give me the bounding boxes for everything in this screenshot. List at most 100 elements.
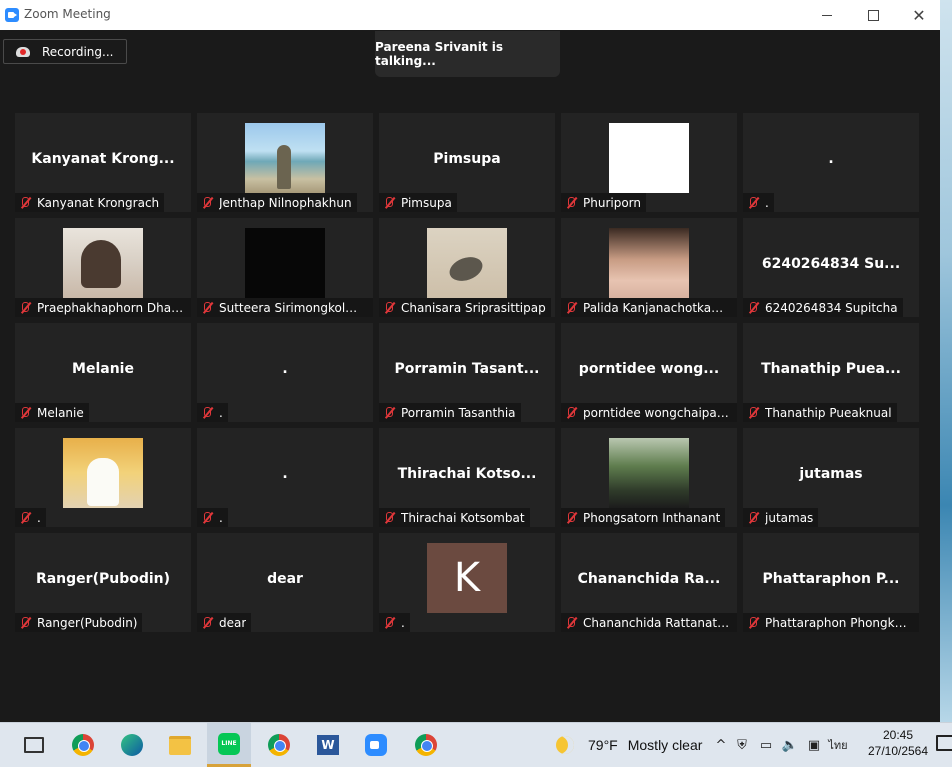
participant-tile[interactable]: Phattaraphon P... Phattaraphon Phongkhan [743, 533, 919, 632]
participant-name: porntidee wongchaipani... [583, 405, 732, 420]
participant-name-tag: porntidee wongchaipani... [561, 403, 737, 422]
participant-tile[interactable]: Ranger(Pubodin) Ranger(Pubodin) [15, 533, 191, 632]
participant-tile[interactable]: Palida Kanjanachotkamol [561, 218, 737, 317]
participant-name: . [401, 615, 405, 630]
volume-icon[interactable]: 🔈 [778, 738, 802, 753]
network-icon[interactable]: ▣ [802, 738, 826, 753]
muted-microphone-icon [200, 616, 214, 630]
participant-name-tag: 6240264834 Supitcha [743, 298, 903, 317]
participant-profile-photo [427, 228, 507, 298]
edge-taskbar-button[interactable] [110, 723, 154, 767]
weather-widget[interactable]: 79°F Mostly clear [556, 723, 702, 767]
muted-microphone-icon [18, 511, 32, 525]
edge-icon [121, 734, 143, 756]
close-button[interactable]: ✕ [896, 0, 942, 30]
participant-tile[interactable]: .. [197, 323, 373, 422]
participant-tile[interactable]: Jenthap Nilnophakhun [197, 113, 373, 212]
taskbar-clock[interactable]: 20:45 27/10/2564 [860, 727, 936, 759]
participant-tile[interactable]: dear dear [197, 533, 373, 632]
window-title: Zoom Meeting [24, 7, 111, 21]
minimize-icon [822, 14, 832, 16]
participant-name-tag: Chanisara Sriprasittipap [379, 298, 551, 317]
participant-display-name: jutamas [799, 466, 863, 482]
participant-name: . [219, 405, 223, 420]
muted-microphone-icon [18, 301, 32, 315]
participant-tile[interactable]: Thirachai Kotso... Thirachai Kotsombat [379, 428, 555, 527]
participant-display-name: Ranger(Pubodin) [35, 571, 171, 587]
participant-tile[interactable]: .. [743, 113, 919, 212]
participant-tile[interactable]: . [15, 428, 191, 527]
participant-display-name: Thanathip Puea... [761, 361, 901, 377]
participant-tile[interactable]: Praephakhaphorn Dhan... [15, 218, 191, 317]
participant-display-name: . [282, 361, 288, 377]
participant-name: . [219, 510, 223, 525]
participant-tile[interactable]: jutamas jutamas [743, 428, 919, 527]
muted-microphone-icon [564, 616, 578, 630]
participant-name-tag: Jenthap Nilnophakhun [197, 193, 357, 212]
recording-indicator[interactable]: Recording... [3, 39, 127, 64]
security-icon[interactable]: ⛨ [730, 738, 754, 753]
participant-name-tag: Kanyanat Krongrach [15, 193, 165, 212]
cloud-recording-icon [16, 46, 30, 57]
muted-microphone-icon [382, 511, 396, 525]
participant-name: Palida Kanjanachotkamol [583, 300, 732, 315]
task-view-button[interactable] [12, 723, 56, 767]
participant-tile[interactable]: Melanie Melanie [15, 323, 191, 422]
participant-tile[interactable]: Kanyanat Krong... Kanyanat Krongrach [15, 113, 191, 212]
participant-name: Phuriporn [583, 195, 642, 210]
file-explorer-taskbar-button[interactable] [158, 723, 202, 767]
participant-display-name: Thirachai Kotso... [397, 466, 537, 482]
muted-microphone-icon [746, 616, 760, 630]
participant-tile[interactable]: 6240264834 Su... 6240264834 Supitcha [743, 218, 919, 317]
zoom-icon [365, 734, 387, 756]
participant-tile[interactable]: Sutteera Sirimongkolmu... [197, 218, 373, 317]
participant-tile[interactable]: Phuriporn [561, 113, 737, 212]
participant-name: Chananchida Rattanathon [583, 615, 732, 630]
participant-tile[interactable]: Phongsatorn Inthanant [561, 428, 737, 527]
line-taskbar-button[interactable]: LINE [207, 723, 251, 767]
participant-name-tag: jutamas [743, 508, 819, 527]
participant-profile-photo [63, 438, 143, 508]
participant-name-tag: . [197, 508, 228, 527]
line-app-icon: LINE [218, 732, 240, 755]
chrome-profile-a-taskbar-button[interactable] [257, 723, 301, 767]
zoom-taskbar-button[interactable] [354, 723, 398, 767]
language-indicator[interactable]: ไทย [826, 736, 850, 754]
recording-label: Recording... [42, 44, 114, 59]
participant-tile[interactable]: porntidee wong... porntidee wongchaipani.… [561, 323, 737, 422]
muted-microphone-icon [382, 616, 396, 630]
word-icon: W [317, 735, 339, 755]
maximize-button[interactable] [850, 0, 896, 30]
participant-name: Porramin Tasanthia [401, 405, 516, 420]
participant-tile[interactable]: Thanathip Puea... Thanathip Pueaknual [743, 323, 919, 422]
word-taskbar-button[interactable]: W [306, 723, 350, 767]
show-hidden-icons-icon[interactable]: ^ [712, 738, 730, 753]
participant-display-name: Melanie [72, 361, 134, 377]
clock-time: 20:45 [882, 728, 914, 742]
participant-name: . [765, 195, 769, 210]
chrome-profile-l-taskbar-button[interactable] [404, 723, 448, 767]
chrome-icon [72, 734, 94, 756]
participant-tile[interactable]: K. [379, 533, 555, 632]
participant-name-tag: Praephakhaphorn Dhan... [15, 298, 191, 317]
zoom-meeting-window: Zoom Meeting ✕ Recording... Pareena Sriv… [0, 0, 940, 718]
notification-center-icon[interactable] [936, 735, 952, 751]
participant-name-tag: Chananchida Rattanathon [561, 613, 737, 632]
chrome-taskbar-button[interactable] [61, 723, 105, 767]
muted-microphone-icon [382, 301, 396, 315]
participant-name: Praephakhaphorn Dhan... [37, 300, 186, 315]
muted-microphone-icon [382, 196, 396, 210]
participant-tile[interactable]: .. [197, 428, 373, 527]
participant-display-name: Chananchida Ra... [577, 571, 721, 587]
participant-tile[interactable]: Porramin Tasant... Porramin Tasanthia [379, 323, 555, 422]
participant-display-name: 6240264834 Su... [761, 256, 901, 272]
participant-tile[interactable]: Chanisara Sriprasittipap [379, 218, 555, 317]
maximize-icon [867, 9, 879, 21]
battery-icon[interactable]: ▭ [754, 738, 778, 753]
weather-temperature: 79°F [588, 737, 618, 753]
muted-microphone-icon [200, 196, 214, 210]
participant-tile[interactable]: Pimsupa Pimsupa [379, 113, 555, 212]
minimize-button[interactable] [804, 0, 850, 30]
clock-date: 27/10/2564 [867, 744, 929, 758]
participant-tile[interactable]: Chananchida Ra... Chananchida Rattanathon [561, 533, 737, 632]
